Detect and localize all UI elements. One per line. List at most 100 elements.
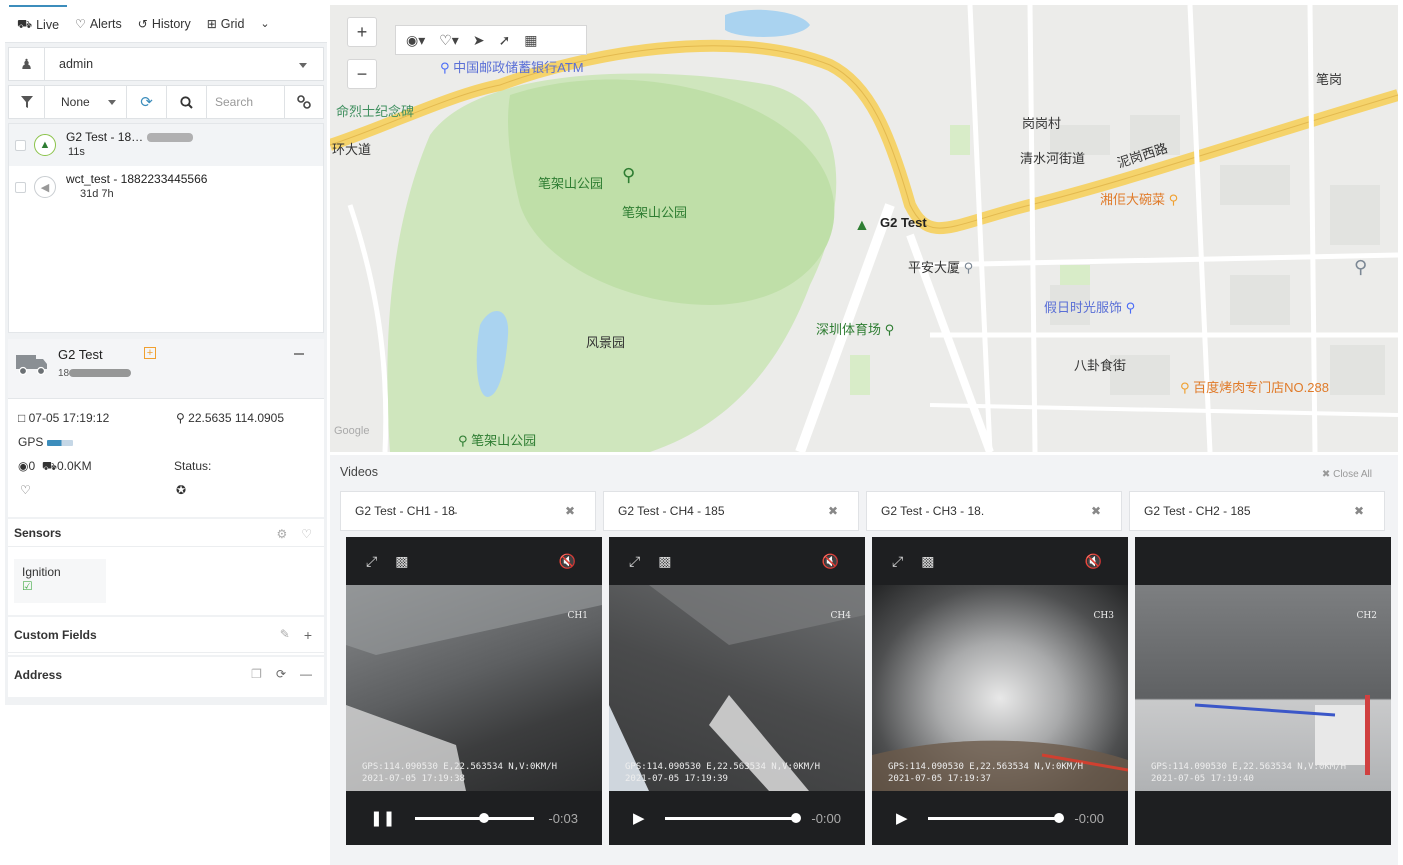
checkbox[interactable]	[15, 139, 26, 151]
send-icon[interactable]: ➤	[473, 32, 485, 49]
tab-history[interactable]: ↺ History	[130, 5, 199, 43]
eye-icon[interactable]: ◉▾	[406, 32, 425, 49]
left-panel: ⛟ Live ♡ Alerts ↺ History ⊞ Grid ⌄ ♟ adm…	[5, 4, 327, 705]
close-icon[interactable]: ✖	[1091, 504, 1101, 518]
search-input[interactable]: Search	[207, 86, 285, 118]
object-name: wct_test - 1882233445566	[66, 172, 208, 186]
map-label-holiday: 假日时光服饰 ⚲	[1044, 300, 1136, 315]
close-icon[interactable]: ✖	[565, 504, 575, 518]
video-player-ch1[interactable]: ⤢ ▩ 🔇 CH1 GPS:114.090530 E,22.563534 N,V…	[346, 537, 602, 845]
videos-panel: Videos ✖ Close All G2 Test - CH1 - 18̵ ✖…	[330, 455, 1398, 865]
pip-icon[interactable]: ▩	[658, 553, 671, 570]
map[interactable]: + − ◉▾ ♡▾ ➤ ➚ ▦ ⚲ 中国邮政储蓄银行ATM 命烈士纪念碑 环大道…	[330, 5, 1398, 452]
link-icon[interactable]	[285, 86, 323, 118]
time-remaining: -0:03	[548, 810, 578, 826]
gps-signal-bar	[47, 439, 74, 446]
fullscreen-icon[interactable]: ⤢	[892, 553, 903, 570]
play-icon[interactable]: ▶	[633, 809, 645, 827]
plus-icon[interactable]: +	[304, 627, 312, 643]
map-pin-icon: ⚲	[963, 260, 974, 275]
map-label-atm: ⚲ 中国邮政储蓄银行ATM	[440, 60, 584, 75]
restaurant-pin-icon: ⚲	[1168, 192, 1179, 207]
account-value: admin	[59, 57, 94, 71]
mute-icon[interactable]: 🔇	[1085, 553, 1102, 570]
close-icon[interactable]: ✖	[1354, 504, 1364, 518]
fullscreen-icon[interactable]: ⤢	[366, 553, 377, 570]
video-tab-ch4[interactable]: G2 Test - CH4 - 185 ✖	[603, 491, 859, 531]
mute-icon[interactable]: 🔇	[822, 553, 839, 570]
map-label-street: 清水河街道	[1020, 151, 1086, 166]
detail-imei: 18	[58, 368, 70, 379]
video-osd: GPS:114.090530 E,22.563534 N,V:0KM/H 2021…	[625, 762, 821, 784]
tab-alerts[interactable]: ♡ Alerts	[67, 5, 130, 43]
refresh-icon[interactable]: ⟳	[276, 667, 286, 681]
filter-icon[interactable]	[9, 86, 45, 118]
chevron-down-icon: ⌄	[260, 18, 270, 30]
truck-icon: ⛟	[17, 16, 33, 31]
object-time: 11s	[68, 146, 85, 158]
account-select[interactable]: ♟ admin	[8, 47, 324, 81]
tab-grid-label: Grid	[220, 16, 245, 31]
play-icon[interactable]: ▶	[896, 809, 908, 827]
check-icon: ☑	[22, 579, 33, 593]
vehicle-marker-icon[interactable]: ▲	[854, 217, 870, 235]
pause-icon[interactable]: ❚❚	[370, 809, 395, 827]
status-label: Status:	[174, 459, 212, 473]
refresh-icon[interactable]: ⟳	[127, 86, 167, 118]
settings-icon[interactable]: ⚙	[276, 527, 287, 541]
shop-pin-icon: ⚲	[1125, 300, 1136, 315]
map-label-stadium: 深圳体育场 ⚲	[816, 322, 895, 337]
seek-slider[interactable]	[415, 812, 535, 823]
zoom-out-button[interactable]: −	[347, 59, 377, 89]
seek-slider[interactable]	[664, 812, 802, 823]
pip-icon[interactable]: ▩	[921, 553, 934, 570]
edit-icon[interactable]: ✎	[280, 627, 290, 643]
add-icon[interactable]: +	[144, 347, 156, 359]
fullscreen-icon[interactable]: ⤢	[629, 553, 640, 570]
map-label-bbq: ⚲ 百度烤肉专门店NO.288	[1180, 380, 1329, 395]
video-tab-ch3[interactable]: G2 Test - CH3 - 18. ✖	[866, 491, 1122, 531]
tab-grid[interactable]: ⊞ Grid	[199, 5, 253, 43]
caret-down-icon	[299, 57, 323, 71]
mute-icon[interactable]: 🔇	[559, 553, 576, 570]
object-name: G2 Test - 18…	[66, 130, 144, 144]
map-label-ring-road: 环大道	[332, 142, 372, 157]
video-tab-ch1[interactable]: G2 Test - CH1 - 18̵ ✖	[340, 491, 596, 531]
close-all-button[interactable]: ✖ Close All	[1322, 469, 1372, 480]
detail-title: G2 Test	[58, 347, 103, 362]
tab-live-label: Live	[36, 17, 60, 32]
bell-icon[interactable]: ♡	[20, 483, 31, 497]
map-label-pingan: 平安大厦 ⚲	[908, 260, 974, 275]
nav-more-dropdown[interactable]: ⌄	[252, 5, 277, 43]
video-player-ch2[interactable]: CH2 GPS:114.090530 E,22.563534 N,V:0KM/H…	[1135, 537, 1391, 845]
navigation-icon[interactable]: ➚	[499, 32, 511, 49]
map-label-memorial: 命烈士纪念碑	[336, 104, 415, 119]
collapse-icon[interactable]: —	[300, 667, 312, 681]
list-item[interactable]: ◀ wct_test - 1882233445566 31d 7h	[9, 166, 323, 208]
pip-icon[interactable]: ▩	[395, 553, 408, 570]
sensors-panel: Sensors ⚙ ♡ Ignition ☑	[8, 519, 324, 615]
tab-live[interactable]: ⛟ Live	[9, 4, 68, 43]
video-frame: CH4 GPS:114.090530 E,22.563534 N,V:0KM/H…	[609, 585, 865, 791]
checkbox[interactable]	[15, 181, 26, 193]
copy-icon[interactable]: ❐	[251, 667, 262, 681]
collapse-icon[interactable]	[294, 353, 304, 355]
video-player-ch4[interactable]: ⤢ ▩ 🔇 CH4 GPS:114.090530 E,22.563534 N,V…	[609, 537, 865, 845]
zoom-in-button[interactable]: +	[347, 17, 377, 47]
video-frame: CH3 GPS:114.090530 E,22.563534 N,V:0KM/H…	[872, 585, 1128, 791]
tab-history-label: History	[151, 16, 191, 31]
video-player-ch3[interactable]: ⤢ ▩ 🔇 CH3 GPS:114.090530 E,22.563534 N,V…	[872, 537, 1128, 845]
caret-down-icon	[108, 99, 116, 105]
group-filter-select[interactable]: None	[45, 86, 127, 118]
bell-icon[interactable]: ♡▾	[439, 32, 459, 49]
video-osd: GPS:114.090530 E,22.563534 N,V:0KM/H 2021…	[888, 762, 1084, 784]
list-item[interactable]: ▲ G2 Test - 18… 11s	[9, 124, 323, 166]
video-tab-ch2[interactable]: G2 Test - CH2 - 185 ✖	[1129, 491, 1385, 531]
search-icon[interactable]	[167, 86, 207, 118]
bell-icon[interactable]: ♡	[301, 527, 312, 541]
map-icon[interactable]: ▦	[524, 32, 537, 49]
close-icon[interactable]: ✖	[828, 504, 838, 518]
object-info: □ 07-05 17:19:12 ⚲ 22.5635 114.0905 GPS …	[8, 399, 324, 517]
seek-slider[interactable]	[927, 812, 1065, 823]
custom-fields-panel: Custom Fields ✎ +	[8, 617, 324, 655]
